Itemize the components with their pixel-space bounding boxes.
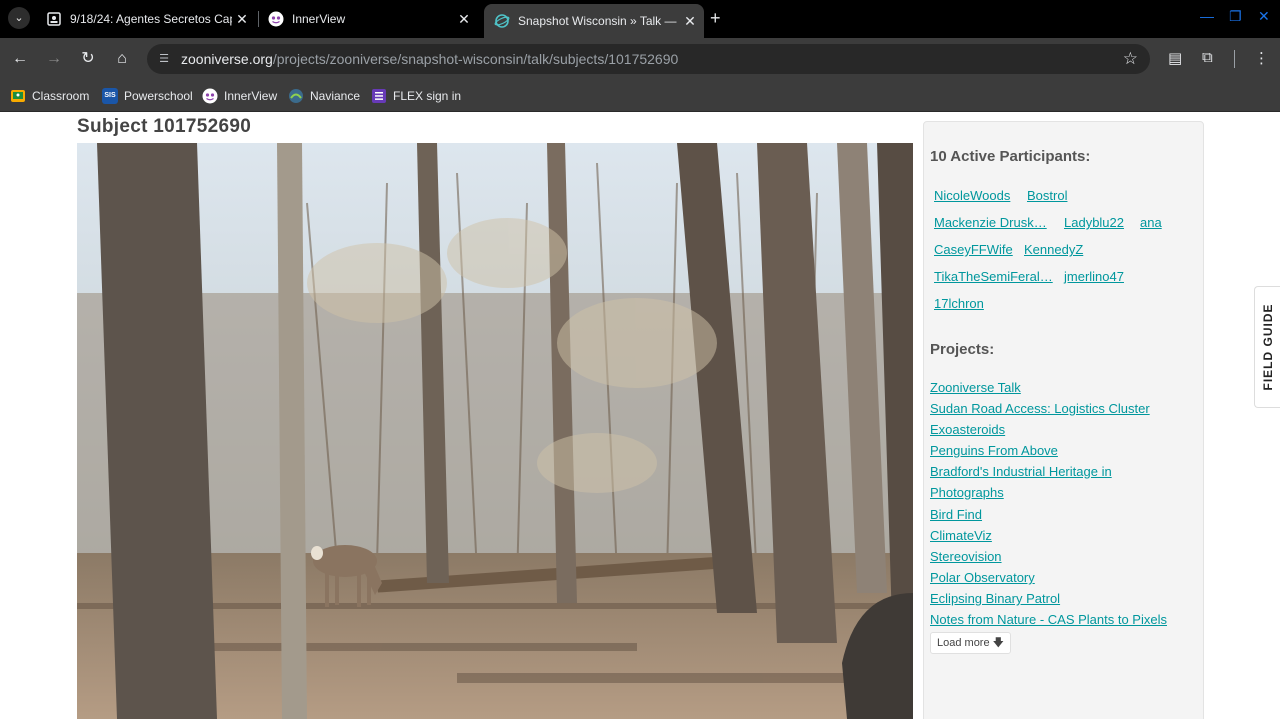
bookmark-powerschool[interactable]: SIS Powerschool [102,86,193,106]
form-icon [372,89,386,103]
subject-photo-art [77,143,913,719]
minimize-icon[interactable]: — [1200,8,1214,24]
close-tab-icon[interactable]: ✕ [680,13,700,30]
home-icon[interactable]: ⌂ [112,49,132,69]
project-link[interactable]: Eclipsing Binary Patrol [930,591,1060,606]
sis-icon: SIS [102,88,118,104]
bookmark-star-icon[interactable]: ☆ [1123,49,1138,69]
project-link[interactable]: Bradford's Industrial Heritage in [930,464,1112,479]
address-bar[interactable]: ☰ zooniverse.org/projects/zooniverse/sna… [147,44,1150,74]
participant-link[interactable]: Ladyblu22 [1064,215,1124,230]
zooniverse-icon [494,14,510,28]
bookmark-flex-sign-in[interactable]: FLEX sign in [371,86,461,106]
tab-agentes-secretos[interactable]: 9/18/24: Agentes Secretos Cap ✕ [36,4,256,34]
participant-link[interactable]: 17lchron [934,296,984,311]
page-title: Subject 101752690 [77,116,252,137]
talk-sidebar: 10 Active Participants: NicoleWoods Bost… [923,121,1204,719]
projects-heading: Projects: [930,341,995,358]
bookmarks-bar: Classroom SIS Powerschool InnerView Navi… [0,80,1280,112]
participant-link[interactable]: TikaTheSemiFeral… [934,269,1053,284]
innerview-icon [202,88,218,104]
tab-title: InnerView [292,12,346,26]
document-icon [47,12,61,26]
project-link[interactable]: Photographs [930,485,1004,500]
participants-heading: 10 Active Participants: [930,148,1091,165]
close-window-icon[interactable]: ✕ [1258,8,1270,25]
participant-link[interactable]: NicoleWoods [934,188,1010,203]
participant-link[interactable]: CaseyFFWife [934,242,1013,257]
tab-snapshot-wisconsin[interactable]: Snapshot Wisconsin » Talk — Z ✕ [484,4,704,38]
project-link[interactable]: Zooniverse Talk [930,380,1021,395]
forward-icon[interactable]: → [44,49,64,69]
project-link[interactable]: Penguins From Above [930,443,1058,458]
new-tab-button[interactable]: + [710,8,721,29]
naviance-icon [289,89,303,103]
extensions-icon[interactable]: ⧉ [1202,49,1213,66]
participant-link[interactable]: Mackenzie Drusk… [934,215,1047,230]
project-link[interactable]: ClimateViz [930,528,992,543]
close-tab-icon[interactable]: ✕ [454,11,474,28]
bookmark-innerview[interactable]: InnerView [202,86,277,106]
back-icon[interactable]: ← [10,49,30,69]
toolbar-divider [1234,50,1235,68]
reading-mode-icon[interactable]: ▤ [1168,49,1182,67]
restore-icon[interactable]: ❐ [1229,8,1242,25]
participant-link[interactable]: Bostrol [1027,188,1067,203]
field-guide-tab[interactable]: FIELD GUIDE [1254,286,1280,408]
participant-link[interactable]: ana [1140,215,1162,230]
innerview-icon [268,11,284,27]
bookmark-classroom[interactable]: Classroom [10,86,89,106]
tab-search-button[interactable]: ⌄ [8,7,30,29]
subject-image[interactable] [77,143,913,719]
project-link[interactable]: Notes from Nature - CAS Plants to Pixels [930,612,1167,627]
load-more-button[interactable]: Load more 🡇 [930,632,1011,654]
page-content: Subject 101752690 10 Active Participants… [0,113,1280,719]
participant-link[interactable]: KennedyZ [1024,242,1083,257]
tab-title: Snapshot Wisconsin » Talk — Z [518,14,680,28]
menu-icon[interactable]: ⋮ [1254,49,1269,67]
project-link[interactable]: Bird Find [930,507,982,522]
url-text[interactable]: zooniverse.org/projects/zooniverse/snaps… [181,51,678,67]
project-link[interactable]: Sudan Road Access: Logistics Cluster [930,401,1150,416]
project-link[interactable]: Exoasteroids [930,422,1005,437]
reload-icon[interactable]: ↻ [78,49,98,69]
arrow-down-icon: 🡇 [992,637,1004,649]
project-link[interactable]: Stereovision [930,549,1002,564]
tab-title: 9/18/24: Agentes Secretos Cap [70,12,232,26]
tab-innerview[interactable]: InnerView ✕ [258,4,478,34]
participant-link[interactable]: jmerlino47 [1064,269,1124,284]
browser-toolbar: ← → ↻ ⌂ ☰ zooniverse.org/projects/zooniv… [0,38,1280,80]
site-info-icon[interactable]: ☰ [156,51,172,67]
close-tab-icon[interactable]: ✕ [232,11,252,28]
bookmark-naviance[interactable]: Naviance [288,86,360,106]
classroom-icon [11,90,25,102]
project-link[interactable]: Polar Observatory [930,570,1035,585]
tab-strip: ⌄ 9/18/24: Agentes Secretos Cap ✕ InnerV… [0,0,1280,38]
